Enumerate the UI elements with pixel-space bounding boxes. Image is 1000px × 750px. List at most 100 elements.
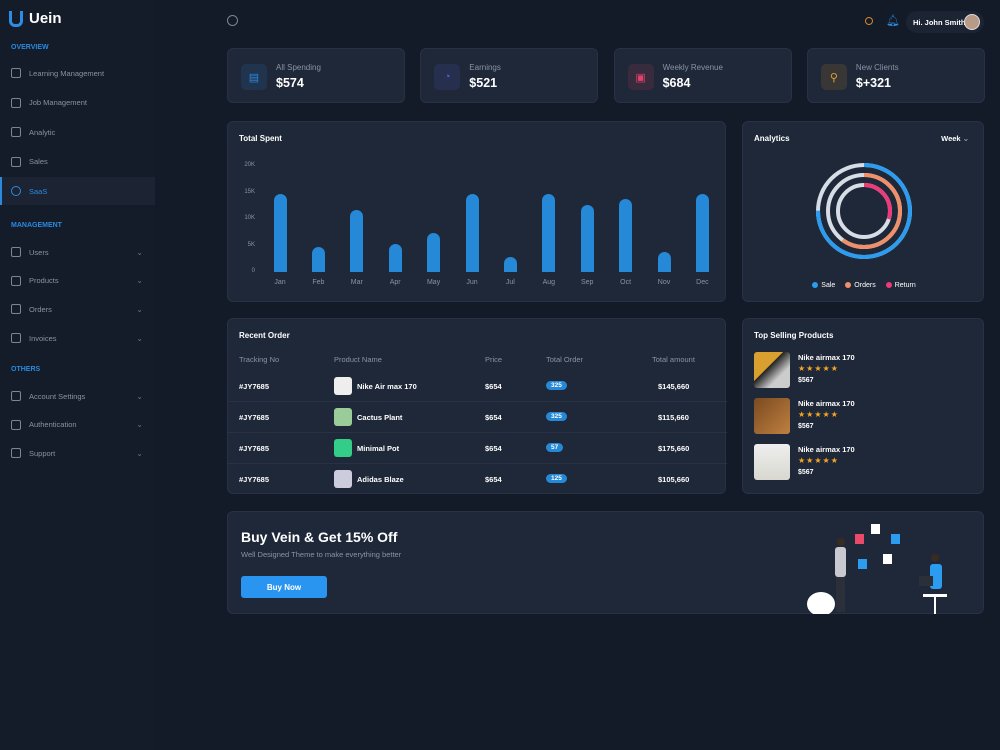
legend-dot <box>812 282 819 289</box>
star-rating: ★★★★★ <box>798 364 839 373</box>
bar-jan[interactable] <box>273 194 287 272</box>
sidebar-item-label: Analytic <box>29 127 56 137</box>
column-header: Price <box>485 355 503 364</box>
search-icon[interactable] <box>227 15 238 26</box>
logo[interactable]: Uein <box>9 10 62 27</box>
sidebar-item-orders[interactable]: Orders ⌄ <box>0 295 155 323</box>
sidebar-item-job-management[interactable]: Job Management <box>0 89 155 117</box>
legend-label: Return <box>894 282 916 289</box>
product-thumbnail <box>334 470 352 488</box>
sidebar: Uein OVERVIEW MANAGEMENT OTHERS Learning… <box>0 0 155 750</box>
stat-label: Earnings <box>469 63 501 72</box>
y-tick: 0 <box>251 268 255 274</box>
x-tick: Apr <box>389 279 401 286</box>
theme-toggle-icon[interactable] <box>865 17 873 25</box>
top-selling-title: Top Selling Products <box>754 331 834 340</box>
tracking-no: #JY7685 <box>239 444 270 453</box>
stat-value: $574 <box>276 76 304 90</box>
saas-icon <box>11 186 21 196</box>
tracking-no: #JY7685 <box>239 382 270 391</box>
table-row[interactable]: #JY7685 Minimal Pot $654 57 $175,660 <box>228 433 727 464</box>
y-tick: 10K <box>244 215 255 221</box>
total-order-badge: 125 <box>546 474 567 483</box>
sidebar-item-label: SaaS <box>29 186 48 196</box>
section-management: MANAGEMENT <box>11 222 62 229</box>
bar-mar[interactable] <box>350 209 364 272</box>
sidebar-item-account-settings[interactable]: Account Settings ⌄ <box>0 382 155 410</box>
bar-jul[interactable] <box>503 257 517 272</box>
y-tick: 20K <box>244 162 255 168</box>
job-management-icon <box>11 97 21 108</box>
chevron-down-icon: ⌄ <box>136 448 143 458</box>
tracking-no: #JY7685 <box>239 475 270 484</box>
stat-card[interactable]: ⚲ New Clients $+321 <box>806 48 985 103</box>
x-tick: May <box>426 279 441 286</box>
chevron-down-icon: ⌄ <box>136 420 143 430</box>
bell-icon[interactable]: 🔔︎ <box>886 14 900 27</box>
product-image <box>754 352 790 388</box>
sidebar-item-sales[interactable]: Sales <box>0 148 155 176</box>
top-selling-panel: Top Selling Products Nike airmax 170 ★★★★… <box>742 318 984 494</box>
learning-management-icon <box>11 68 21 78</box>
chevron-down-icon: ⌄ <box>136 276 143 286</box>
product-thumbnail <box>334 377 352 395</box>
total-amount: $105,660 <box>658 475 690 484</box>
bar-feb[interactable] <box>311 247 325 272</box>
table-row[interactable]: #JY7685 Adidas Blaze $654 125 $105,660 <box>228 464 727 495</box>
orders-title: Recent Order <box>239 331 290 340</box>
bar-apr[interactable] <box>388 243 402 272</box>
sidebar-item-invoices[interactable]: Invoices ⌄ <box>0 324 155 352</box>
star-rating: ★★★★★ <box>798 456 839 465</box>
sidebar-item-analytic[interactable]: Analytic <box>0 118 155 146</box>
top-product[interactable]: Nike airmax 170 ★★★★★ $567 <box>754 444 984 480</box>
user-plus-icon: ⚲ <box>820 64 847 90</box>
stat-card[interactable]: ▣ Weekly Revenue $684 <box>613 48 792 103</box>
total-amount: $115,660 <box>658 413 689 422</box>
column-header: Tracking No <box>239 355 280 364</box>
price: $654 <box>485 444 502 453</box>
product-name: Cactus Plant <box>357 413 403 422</box>
analytics-panel: Analytics Week ⌄ Sale Orders Return <box>742 121 984 302</box>
sidebar-item-users[interactable]: Users ⌄ <box>0 238 155 266</box>
sidebar-item-label: Account Settings <box>29 391 86 401</box>
stat-label: All Spending <box>276 63 321 72</box>
sidebar-item-saas[interactable]: SaaS <box>0 177 155 205</box>
top-product[interactable]: Nike airmax 170 ★★★★★ $567 <box>754 352 984 388</box>
promo-illustration <box>807 524 947 614</box>
bar-sep[interactable] <box>580 204 594 272</box>
sidebar-item-authentication[interactable]: Authentication ⌄ <box>0 411 155 439</box>
chevron-down-icon: ⌄ <box>136 391 143 401</box>
table-row[interactable]: #JY7685 Nike Air max 170 $654 325 $145,6… <box>228 371 727 402</box>
bar-nov[interactable] <box>657 251 671 272</box>
chevron-down-icon: ⌄ <box>136 247 143 257</box>
user-menu[interactable]: Hi. John Smith <box>906 11 984 33</box>
wallet-icon: ▤ <box>241 64 267 90</box>
total-spent-panel: Total Spent 0 5K 10K 15K 20K Jan Feb Mar Apr May J… <box>227 121 726 302</box>
sales-icon <box>11 156 21 167</box>
product-name: Minimal Pot <box>357 444 400 453</box>
bar-may[interactable] <box>427 233 441 272</box>
chevron-down-icon: ⌄ <box>136 304 143 314</box>
sidebar-item-products[interactable]: Products ⌄ <box>0 267 155 295</box>
bar-oct[interactable] <box>619 199 633 272</box>
buy-now-button[interactable]: Buy Now <box>241 576 327 598</box>
y-tick: 15K <box>244 188 255 195</box>
legend-dot <box>885 282 892 289</box>
bar-aug[interactable] <box>542 194 556 272</box>
product-name: Nike airmax 170 <box>798 445 855 454</box>
legend-dot <box>845 282 852 289</box>
sidebar-item-support[interactable]: Support ⌄ <box>0 439 155 467</box>
promo-subtitle: Well Designed Theme to make everything b… <box>241 550 402 559</box>
legend-sale: Sale <box>812 282 835 289</box>
stat-card[interactable]: ◔ Earnings $521 <box>420 48 599 103</box>
stat-label: New Clients <box>855 63 899 72</box>
stat-card[interactable]: ▤ All Spending $574 <box>227 48 405 103</box>
table-row[interactable]: #JY7685 Cactus Plant $654 325 $115,660 <box>228 402 727 433</box>
top-product[interactable]: Nike airmax 170 ★★★★★ $567 <box>754 398 984 434</box>
star-rating: ★★★★★ <box>798 410 839 419</box>
users-icon <box>11 247 21 257</box>
product-price: $567 <box>798 377 814 384</box>
bar-jun[interactable] <box>465 194 479 272</box>
bar-dec[interactable] <box>695 194 709 272</box>
sidebar-item-learning-management[interactable]: Learning Management <box>0 59 155 87</box>
